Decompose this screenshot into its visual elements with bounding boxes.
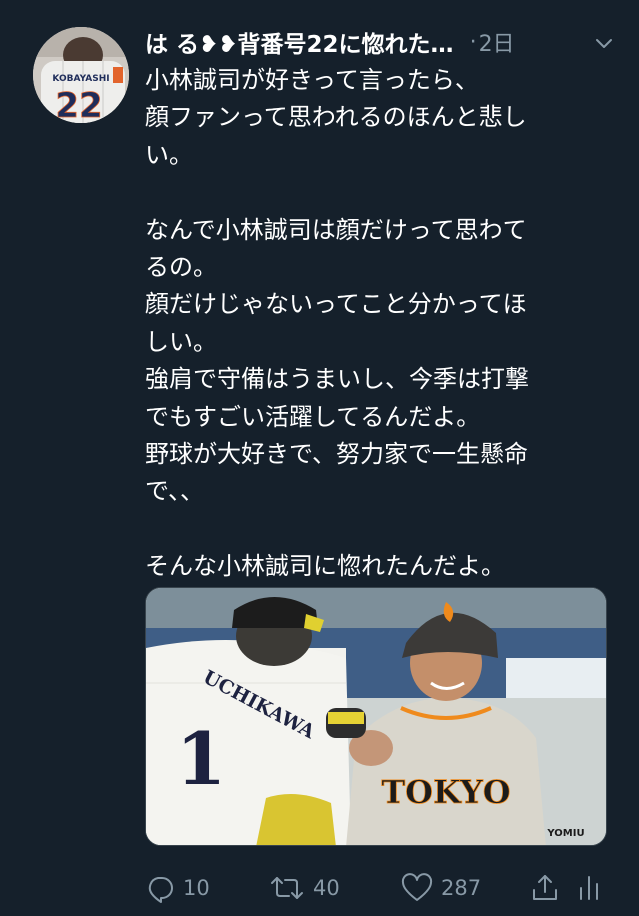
separator: · xyxy=(469,29,477,55)
retweet-icon xyxy=(269,873,305,903)
username[interactable]: は る❥❥背番号22に惚れた… xyxy=(145,25,454,59)
tweet-text: 小林誠司が好きって言ったら、 顔ファンって思われるのほんと悲し い。 なんで小林… xyxy=(145,62,615,585)
chevron-down-icon[interactable] xyxy=(593,32,615,54)
right-player-jersey: TOKYO xyxy=(381,773,510,811)
tweet-text-line: 野球が大好きで、努力家で一生懸命 xyxy=(145,439,529,468)
tweet-text-line: 強肩で守備はうまいし、今季は打撃 xyxy=(145,365,529,394)
tweet-text-line xyxy=(145,174,615,211)
tweet-text-line: 小林誠司が好きって言ったら、 xyxy=(145,66,479,94)
like-count: 287 xyxy=(441,876,482,900)
like-button[interactable]: 287 xyxy=(401,868,481,908)
tweet-actions: 10 40 287 xyxy=(145,868,615,908)
tweet-text-line: しい。 xyxy=(145,327,217,356)
tweet-text-line: でもすごい活躍してるんだよ。 xyxy=(145,402,481,431)
tweet-text-line: 顔ファンって思われるのほんと悲し xyxy=(145,103,527,132)
tweet-text-line: で、、 xyxy=(145,477,205,506)
tweet[interactable]: KOBAYASHI 22 は る❥❥背番号22に惚れた… · 2日 小林誠司が好… xyxy=(0,0,639,916)
avatar-jersey-name: KOBAYASHI xyxy=(52,74,109,84)
timestamp[interactable]: 2日 xyxy=(479,26,515,58)
reply-count: 10 xyxy=(183,876,210,900)
like-icon xyxy=(401,873,433,903)
reply-icon xyxy=(145,873,175,903)
tweet-photo[interactable]: 送 UCHIKAWA 1 TOKYO YOMIU xyxy=(145,587,607,846)
tweet-text-line: い。 xyxy=(145,140,193,169)
tweet-text-line: るの。 xyxy=(145,252,217,281)
analytics-button[interactable] xyxy=(577,868,601,908)
share-button[interactable] xyxy=(530,868,560,908)
tweet-text-line: なんで小林誠司は顔だけって思わて xyxy=(145,215,527,244)
photo-image: 送 UCHIKAWA 1 TOKYO YOMIU xyxy=(146,588,606,845)
tweet-text-line: そんな小林誠司に惚れたんだよ。 xyxy=(145,552,505,581)
avatar[interactable]: KOBAYASHI 22 xyxy=(33,27,129,123)
retweet-count: 40 xyxy=(313,876,340,900)
retweet-button[interactable]: 40 xyxy=(269,868,340,908)
tweet-text-line: 顔だけじゃないってこと分かってほ xyxy=(145,290,527,319)
tweet-text-line xyxy=(145,511,615,548)
share-icon xyxy=(530,873,560,903)
avatar-jersey-number: 22 xyxy=(55,86,102,123)
avatar-image: KOBAYASHI 22 xyxy=(33,27,129,123)
reply-button[interactable]: 10 xyxy=(145,868,210,908)
analytics-icon xyxy=(577,873,601,903)
right-player-sleeve: YOMIU xyxy=(546,828,584,839)
tweet-header: は る❥❥背番号22に惚れた… · 2日 xyxy=(145,24,615,60)
left-player-number: 1 xyxy=(176,716,226,801)
